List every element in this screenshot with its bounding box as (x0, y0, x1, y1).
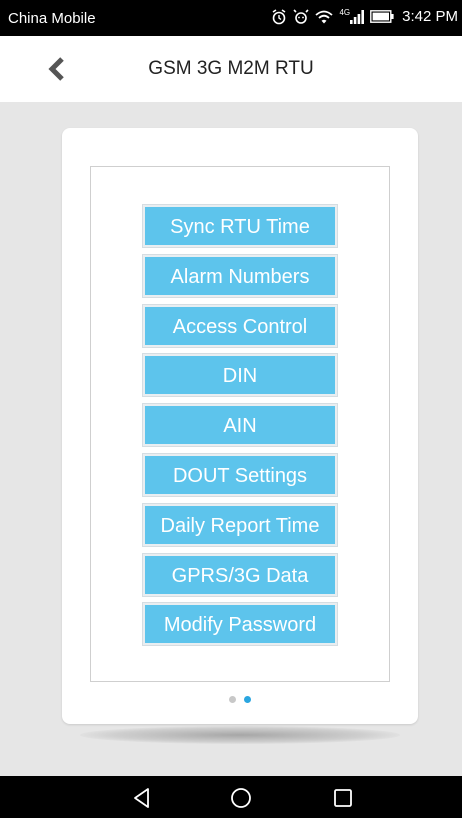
carrier-name: China Mobile (8, 10, 96, 27)
page-dot-1[interactable] (229, 696, 236, 703)
card-shadow (80, 726, 400, 744)
gprs-3g-data-button[interactable]: GPRS/3G Data (143, 553, 337, 596)
system-nav-bar (0, 776, 462, 818)
back-triangle-icon (134, 788, 149, 808)
modify-password-button[interactable]: Modify Password (143, 603, 337, 646)
din-button[interactable]: DIN (143, 354, 337, 397)
ain-button[interactable]: AIN (143, 404, 337, 447)
page-title: GSM 3G M2M RTU (148, 58, 314, 79)
status-bar: China Mobile 4G 3:42 PM (0, 0, 462, 36)
clock: 3:42 PM (402, 8, 458, 25)
menu-list: Sync RTU Time Alarm Numbers Access Contr… (143, 205, 337, 653)
recent-square-icon (334, 789, 352, 807)
menu-card: Sync RTU Time Alarm Numbers Access Contr… (62, 128, 418, 724)
battery-icon (370, 10, 394, 23)
page-dot-2[interactable] (244, 696, 251, 703)
daily-report-time-button[interactable]: Daily Report Time (143, 503, 337, 546)
main-content: Sync RTU Time Alarm Numbers Access Contr… (0, 102, 462, 776)
signal-icon (350, 9, 365, 24)
dout-settings-button[interactable]: DOUT Settings (143, 453, 337, 496)
nav-back-button[interactable] (130, 786, 154, 810)
menu-panel: Sync RTU Time Alarm Numbers Access Contr… (90, 166, 390, 682)
access-control-button[interactable]: Access Control (143, 304, 337, 347)
nav-home-button[interactable] (229, 786, 253, 810)
nav-recent-button[interactable] (331, 786, 355, 810)
vibrate-icon (293, 8, 310, 24)
sync-rtu-time-button[interactable]: Sync RTU Time (143, 205, 337, 247)
status-icons: 4G 3:42 PM (271, 8, 458, 25)
alarm-numbers-button[interactable]: Alarm Numbers (143, 254, 337, 297)
app-bar: GSM 3G M2M RTU (0, 36, 462, 102)
home-circle-icon (231, 788, 251, 808)
page-indicator (62, 696, 418, 703)
wifi-icon (315, 10, 334, 23)
network-type-label: 4G (339, 8, 351, 17)
alarm-icon (273, 8, 286, 24)
